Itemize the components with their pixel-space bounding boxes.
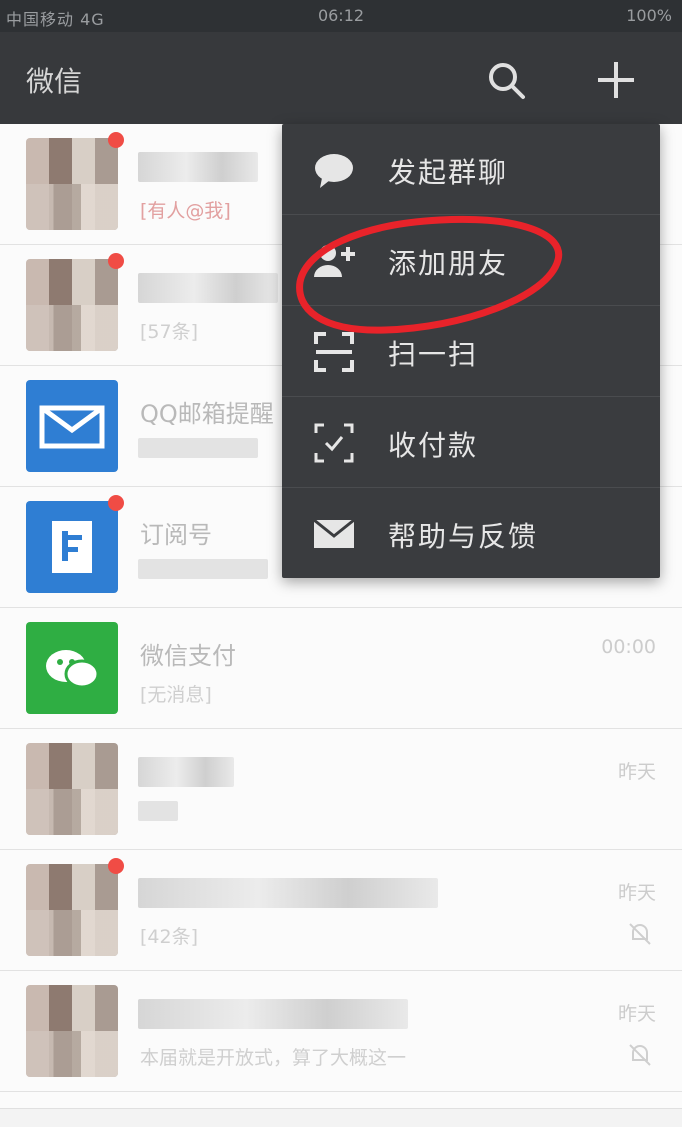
page-title: 微信	[26, 65, 83, 98]
avatar	[26, 864, 118, 956]
plus-icon[interactable]	[594, 58, 638, 102]
menu-item-label: 发起群聊	[388, 156, 509, 189]
battery-level: 100%	[626, 6, 672, 25]
menu-item-scan[interactable]: 扫一扫	[282, 306, 660, 397]
bottom-tab-bar	[0, 1108, 682, 1127]
chat-preview: [无消息]	[140, 684, 212, 706]
chat-row[interactable]: 本届就是开放式，算了大概这一 昨天	[0, 971, 682, 1092]
menu-item-payment[interactable]: 收付款	[282, 397, 660, 488]
status-time: 06:12	[317, 6, 365, 25]
pay-scan-icon	[312, 421, 356, 465]
add-friend-icon	[312, 239, 356, 283]
chat-row[interactable]: 微信支付 [无消息] 00:00	[0, 608, 682, 729]
menu-item-label: 帮助与反馈	[388, 520, 539, 553]
blurred-name	[138, 152, 258, 182]
chat-preview: 本届就是开放式，算了大概这一	[140, 1047, 407, 1069]
chat-name: 微信支付	[140, 642, 236, 670]
chat-time: 昨天	[617, 1003, 656, 1025]
blurred-preview	[138, 438, 258, 458]
chat-time: 00:00	[601, 636, 656, 658]
menu-item-label: 收付款	[388, 429, 479, 462]
status-bar: 中国移动 4G 06:12 100%	[0, 0, 682, 32]
chat-bubble-icon	[312, 148, 356, 192]
blurred-name	[138, 757, 234, 787]
app-header: 微信	[0, 32, 682, 124]
mail-avatar-icon	[26, 380, 118, 472]
blurred-preview	[138, 559, 268, 579]
menu-item-group-chat[interactable]: 发起群聊	[282, 124, 660, 215]
unread-badge	[108, 253, 124, 269]
chat-time: 昨天	[617, 882, 656, 904]
chat-preview: [有人@我]	[140, 200, 231, 222]
blurred-name	[138, 999, 408, 1029]
avatar	[26, 743, 118, 835]
menu-item-label: 扫一扫	[388, 338, 479, 371]
avatar	[26, 985, 118, 1077]
mute-bell-icon	[626, 920, 654, 948]
wechat-pay-avatar-icon	[26, 622, 118, 714]
chat-name: 订阅号	[140, 521, 212, 549]
blurred-preview	[138, 801, 178, 821]
chat-name: QQ邮箱提醒	[140, 400, 274, 428]
blurred-name	[138, 878, 438, 908]
subscription-avatar-icon	[26, 501, 118, 593]
search-icon[interactable]	[484, 58, 528, 102]
mute-bell-icon	[626, 1041, 654, 1069]
unread-badge	[108, 132, 124, 148]
avatar	[26, 138, 118, 230]
plus-dropdown-menu: 发起群聊 添加朋友 扫一扫 收付款 帮助与反馈	[282, 124, 660, 578]
chat-row[interactable]: [42条] 昨天	[0, 850, 682, 971]
avatar	[26, 259, 118, 351]
blurred-name	[138, 273, 278, 303]
unread-badge	[108, 858, 124, 874]
chat-preview: [42条]	[140, 926, 199, 948]
chat-time: 昨天	[617, 761, 656, 783]
chat-preview: [57条]	[140, 321, 199, 343]
menu-item-label: 添加朋友	[388, 247, 509, 280]
menu-item-help-feedback[interactable]: 帮助与反馈	[282, 488, 660, 579]
chat-row[interactable]: 昨天	[0, 729, 682, 850]
menu-item-add-friend[interactable]: 添加朋友	[282, 215, 660, 306]
mail-icon	[312, 512, 356, 556]
unread-badge	[108, 495, 124, 511]
scan-icon	[312, 330, 356, 374]
